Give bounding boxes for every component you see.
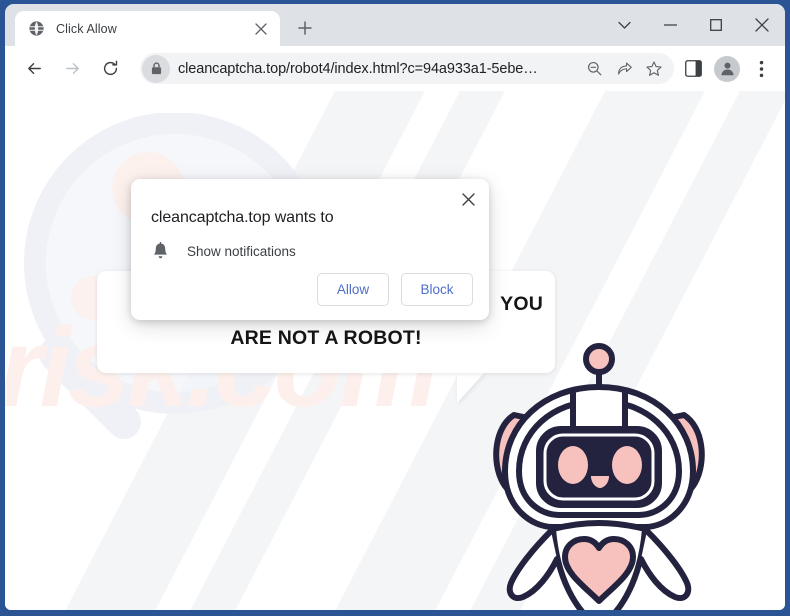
forward-button[interactable] bbox=[57, 53, 88, 84]
block-button[interactable]: Block bbox=[401, 273, 473, 306]
chevron-down-icon[interactable] bbox=[601, 4, 647, 46]
reload-button[interactable] bbox=[95, 53, 126, 84]
permission-label: Show notifications bbox=[187, 243, 296, 259]
tab-title: Click Allow bbox=[56, 21, 117, 36]
dialog-close-icon[interactable] bbox=[456, 187, 480, 211]
side-panel-icon[interactable] bbox=[678, 54, 708, 84]
new-tab-button[interactable] bbox=[291, 14, 319, 42]
minimize-icon[interactable] bbox=[647, 4, 693, 46]
dialog-buttons: Allow Block bbox=[317, 273, 473, 306]
maximize-icon[interactable] bbox=[693, 4, 739, 46]
avatar bbox=[714, 55, 740, 82]
browser-window: Click Allow cleancaptcha.top/robot4/inde… bbox=[5, 4, 785, 610]
tab-strip: Click Allow bbox=[5, 4, 785, 46]
notification-permission-dialog: cleancaptcha.top wants to Show notificat… bbox=[131, 179, 489, 320]
profile-avatar-icon[interactable] bbox=[712, 54, 742, 84]
bubble-line-1: YOU bbox=[500, 293, 543, 315]
dialog-title: cleancaptcha.top wants to bbox=[151, 209, 334, 226]
lock-icon[interactable] bbox=[142, 54, 170, 83]
allow-button[interactable]: Allow bbox=[317, 273, 389, 306]
browser-toolbar: cleancaptcha.top/robot4/index.html?c=94a… bbox=[5, 46, 785, 91]
share-icon[interactable] bbox=[610, 55, 638, 83]
window-controls bbox=[601, 4, 785, 46]
page-viewport: risk.com YOU ARE NOT A ROBOT! bbox=[5, 91, 785, 610]
search-minus-icon[interactable] bbox=[580, 55, 608, 83]
bell-icon bbox=[151, 242, 169, 260]
permission-row: Show notifications bbox=[151, 242, 296, 260]
robot-mascot-icon bbox=[493, 343, 705, 610]
url-text: cleancaptcha.top/robot4/index.html?c=94a… bbox=[178, 60, 538, 77]
globe-icon bbox=[28, 20, 45, 37]
close-icon[interactable] bbox=[739, 4, 785, 46]
tab-close-icon[interactable] bbox=[251, 19, 271, 39]
three-dot-menu-icon[interactable] bbox=[746, 54, 776, 84]
star-icon[interactable] bbox=[640, 55, 668, 83]
address-bar[interactable]: cleancaptcha.top/robot4/index.html?c=94a… bbox=[140, 53, 674, 84]
browser-tab[interactable]: Click Allow bbox=[15, 11, 280, 46]
bubble-line-2: ARE NOT A ROBOT! bbox=[230, 327, 422, 349]
back-button[interactable] bbox=[19, 53, 50, 84]
